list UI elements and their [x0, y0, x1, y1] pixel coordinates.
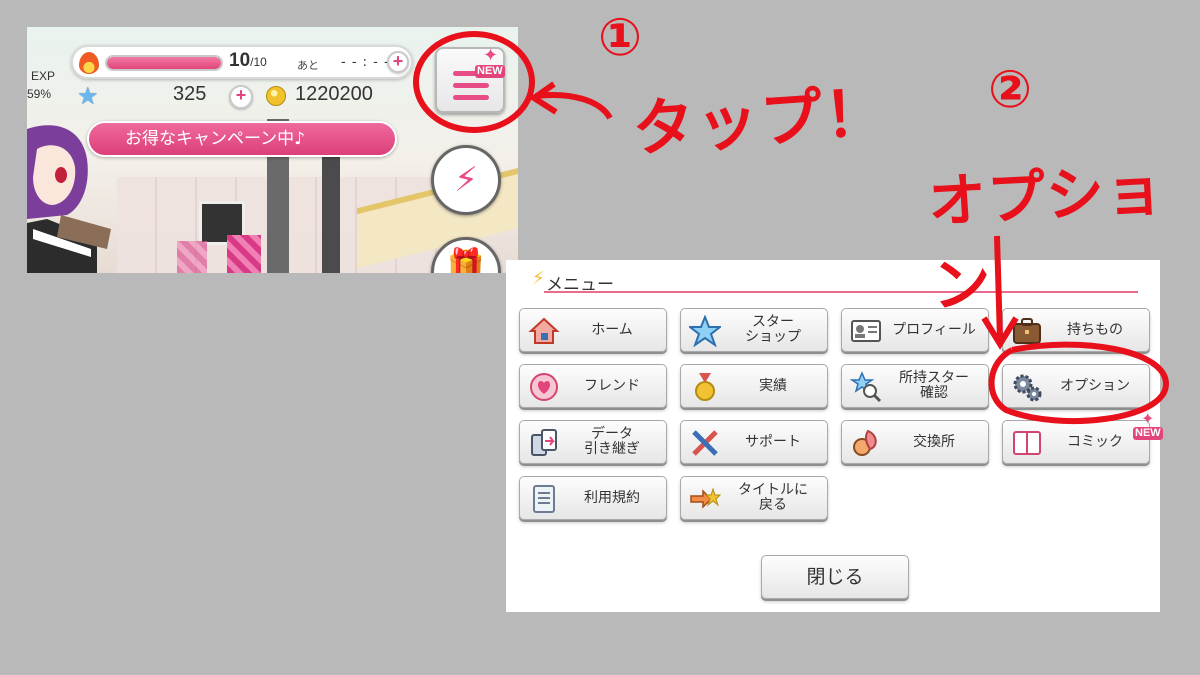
tools-icon	[692, 430, 718, 456]
menu-item-label: タイトルに 戻る	[738, 482, 808, 513]
menu-item-label: コミック	[1067, 433, 1123, 450]
stamina-gauge-fill	[107, 57, 221, 69]
step-one-number: ①	[598, 8, 643, 68]
recovery-timer: - - : - -	[341, 55, 390, 70]
gear-icon	[1013, 374, 1042, 402]
menu-item-label: 交換所	[913, 433, 955, 450]
game-screenshot: EXP 59% 10/10 あと - - : - - + ★ 325 + 122…	[27, 27, 518, 273]
menu-item-star-shop[interactable]: スター ショップ	[680, 308, 828, 352]
bag-icon	[1013, 318, 1041, 344]
menu-item-label: 所持スター 確認	[899, 370, 969, 401]
arrow-annotation	[535, 92, 613, 120]
star-count: 325	[173, 83, 207, 105]
menu-item-back-to-title[interactable]: タイトルに 戻る	[680, 476, 828, 520]
menu-item-home[interactable]: ホーム	[519, 308, 667, 352]
menu-item-friends[interactable]: フレンド	[519, 364, 667, 408]
data-transfer-icon	[531, 429, 557, 456]
stamina-current: 10	[229, 50, 251, 71]
menu-item-exchange[interactable]: 交換所	[841, 420, 989, 464]
menu-item-label: データ 引き継ぎ	[584, 426, 640, 457]
sparkle-icon: ✦	[1141, 409, 1155, 428]
menu-item-label: サポート	[745, 433, 801, 450]
star-icon: ★	[77, 82, 99, 110]
medal-icon	[695, 373, 715, 401]
menu-item-data-transfer[interactable]: データ 引き継ぎ	[519, 420, 667, 464]
stamina-value: 10/10	[229, 50, 267, 72]
stamina-bar: 10/10 あと - - : - - +	[71, 45, 413, 79]
menu-item-label: ホーム	[591, 321, 633, 338]
add-star-button[interactable]: +	[229, 85, 253, 109]
menu-item-options[interactable]: オプション	[1002, 364, 1150, 408]
add-stamina-button[interactable]: +	[387, 51, 409, 73]
lightning-icon: ⚡	[532, 268, 545, 289]
new-badge: NEW	[1133, 427, 1163, 440]
step-two-number: ②	[988, 60, 1033, 120]
coin-icon	[266, 86, 286, 106]
friend-heart-icon	[530, 373, 558, 401]
step-one-text: タップ！	[630, 75, 891, 166]
pink-box	[177, 241, 207, 273]
campaign-banner[interactable]: お得なキャンペーン中♪	[87, 121, 397, 157]
hamburger-bar	[453, 95, 489, 100]
live-shortcut-button[interactable]: ⚡	[431, 145, 501, 215]
stamina-max: /10	[250, 55, 267, 69]
profile-card-icon	[851, 320, 881, 342]
sparkle-icon: ✦	[483, 45, 499, 66]
return-arrow-icon	[690, 487, 721, 509]
close-button[interactable]: 閉じる	[761, 555, 909, 599]
star-search-icon	[850, 371, 882, 403]
recovery-label: あと	[297, 59, 319, 72]
document-icon	[533, 485, 555, 513]
exchange-icon	[853, 429, 877, 456]
menu-item-star-check[interactable]: 所持スター 確認	[841, 364, 989, 408]
menu-item-label: オプション	[1060, 377, 1130, 394]
menu-item-label: フレンド	[584, 377, 640, 394]
exp-label: EXP	[31, 69, 56, 83]
star-shop-icon	[689, 315, 721, 347]
house-icon	[528, 317, 560, 344]
new-badge: NEW	[475, 65, 505, 78]
gift-icon: 🎁	[447, 247, 485, 273]
flame-icon	[79, 52, 99, 74]
exp-percent: 59%	[27, 87, 52, 101]
comic-icon	[1013, 431, 1041, 455]
arrowhead-annotation	[528, 81, 558, 115]
menu-item-label: 実績	[759, 377, 787, 394]
menu-item-achievements[interactable]: 実績	[680, 364, 828, 408]
menu-item-support[interactable]: サポート	[680, 420, 828, 464]
menu-item-label: スター ショップ	[745, 314, 801, 345]
pink-box	[227, 235, 261, 273]
stamina-gauge	[105, 55, 223, 71]
coin-count: 1220200	[295, 83, 373, 105]
pillar-scenery	[322, 147, 340, 273]
hamburger-bar	[453, 83, 489, 88]
menu-item-comic[interactable]: コミック NEW ✦	[1002, 409, 1163, 464]
step-two-text: オプション	[926, 155, 1166, 320]
menu-item-terms[interactable]: 利用規約	[519, 476, 667, 520]
menu-item-label: 利用規約	[584, 489, 640, 506]
lightning-icon: ⚡	[454, 160, 478, 200]
hamburger-menu-button[interactable]: NEW ✦	[435, 45, 505, 113]
campaign-banner-text: お得なキャンペーン中♪	[125, 129, 305, 149]
